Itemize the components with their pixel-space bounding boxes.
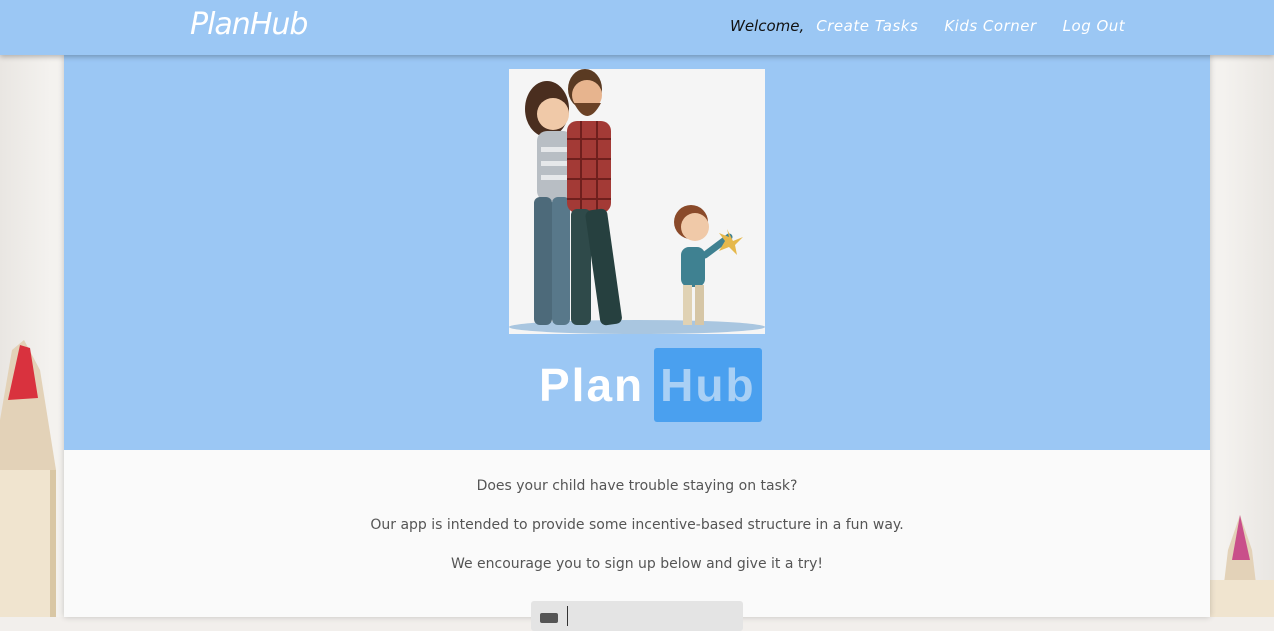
hero-section: Plan Hub bbox=[64, 55, 1210, 450]
pencil-decoration-left bbox=[0, 340, 56, 617]
nav-link-log-out[interactable]: Log Out bbox=[1063, 17, 1126, 35]
email-icon bbox=[540, 613, 558, 623]
main-container: Plan Hub Does your child have trouble st… bbox=[64, 55, 1210, 631]
text-caret bbox=[567, 606, 568, 626]
brand-logo[interactable]: PlanHub bbox=[190, 7, 308, 42]
nav-link-create-tasks[interactable]: Create Tasks bbox=[816, 17, 918, 35]
top-navbar: PlanHub Welcome, Create Tasks Kids Corne… bbox=[0, 0, 1274, 55]
logo-plan-text: Plan bbox=[539, 359, 645, 411]
signup-input[interactable] bbox=[531, 601, 743, 631]
nav-link-kids-corner[interactable]: Kids Corner bbox=[944, 17, 1036, 35]
family-illustration bbox=[509, 69, 765, 334]
logo-hub-text: Hub bbox=[654, 348, 762, 422]
intro-line-3: We encourage you to sign up below and gi… bbox=[450, 556, 824, 572]
pencil-decoration-right bbox=[1210, 515, 1274, 617]
planhub-logo: Plan Hub bbox=[539, 348, 762, 422]
intro-line-2: Our app is intended to provide some ince… bbox=[370, 517, 904, 533]
nav-links: Welcome, Create Tasks Kids Corner Log Ou… bbox=[730, 17, 1151, 35]
intro-line-1: Does your child have trouble staying on … bbox=[476, 478, 798, 494]
welcome-text: Welcome, bbox=[730, 17, 805, 35]
